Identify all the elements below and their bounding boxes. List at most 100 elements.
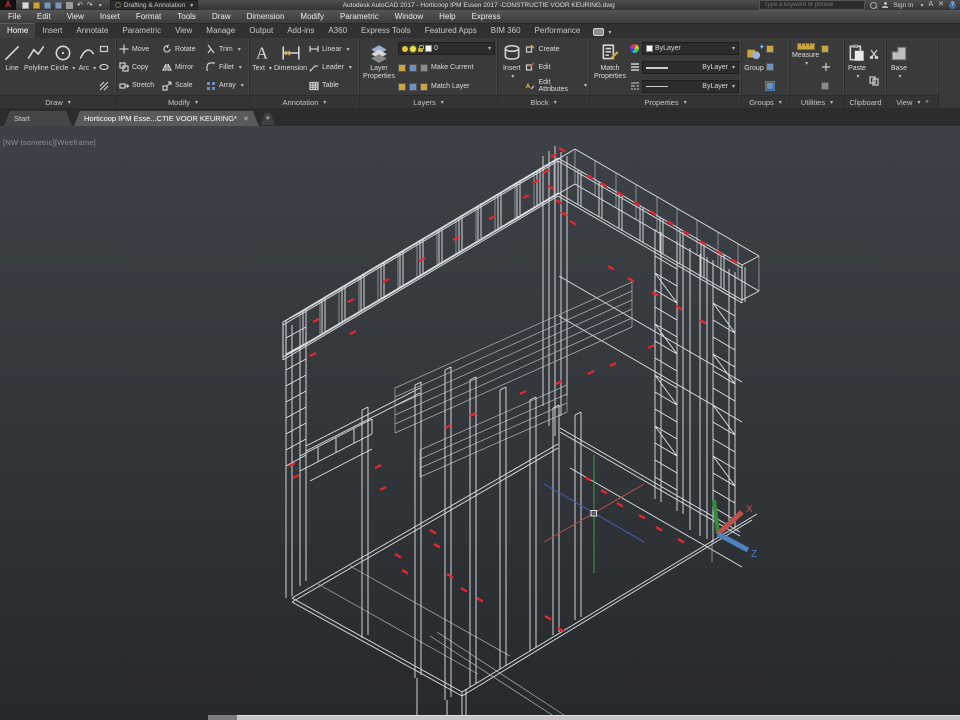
layer-dropdown[interactable]: 0 ▾ — [398, 42, 495, 55]
base-button[interactable]: Base▾ — [889, 40, 909, 95]
search-input[interactable] — [762, 1, 862, 10]
menu-view[interactable]: View — [59, 10, 92, 24]
copy-clip-icon[interactable] — [869, 76, 879, 86]
menu-dimension[interactable]: Dimension — [239, 10, 293, 24]
redo-icon[interactable]: ↷ — [87, 2, 93, 9]
tab-start[interactable]: Start — [4, 111, 72, 126]
make-current-button[interactable]: Make Current — [398, 61, 495, 74]
tab-addins[interactable]: Add-ins — [280, 24, 321, 38]
a360-icon[interactable]: A — [928, 1, 933, 9]
tab-home[interactable]: Home — [0, 23, 35, 38]
hatch-icon[interactable] — [99, 81, 109, 91]
menu-format[interactable]: Format — [128, 10, 169, 24]
sign-in-link[interactable]: Sign In — [893, 2, 913, 9]
table-button[interactable]: Table — [309, 79, 352, 92]
panel-label-view[interactable]: View▾» — [887, 95, 938, 108]
menu-edit[interactable]: Edit — [29, 10, 59, 24]
scale-button[interactable]: Scale — [162, 79, 204, 92]
menu-file[interactable]: File — [0, 10, 29, 24]
autocad-logo-icon[interactable]: A — [0, 0, 16, 10]
line-button[interactable]: Line — [2, 40, 22, 95]
tab-parametric[interactable]: Parametric — [115, 24, 168, 38]
fillet-button[interactable]: Fillet ▾ — [206, 61, 247, 74]
tab-a360[interactable]: A360 — [321, 24, 354, 38]
panel-label-groups[interactable]: Groups▾ — [742, 95, 789, 108]
panel-label-clipboard[interactable]: Clipboard — [845, 95, 886, 108]
panel-label-modify[interactable]: Modify▾ — [117, 95, 249, 108]
panel-label-draw[interactable]: Draw▾ — [0, 95, 116, 108]
scrollbar-track[interactable] — [237, 715, 960, 720]
color-wheel-icon[interactable] — [630, 44, 639, 53]
tab-express-tools[interactable]: Express Tools — [354, 24, 418, 38]
new-file-icon[interactable] — [22, 2, 29, 9]
tab-performance[interactable]: Performance — [528, 24, 588, 38]
plot-icon[interactable] — [66, 2, 73, 9]
match-layer-button[interactable]: Match Layer — [398, 80, 495, 93]
linetype-dropdown[interactable]: ByLayer ▾ — [642, 80, 739, 93]
cut-icon[interactable] — [869, 49, 879, 59]
panel-label-layers[interactable]: Layers▾ — [360, 95, 497, 108]
save-icon[interactable] — [44, 2, 51, 9]
ellipse-icon[interactable] — [99, 62, 109, 72]
menu-insert[interactable]: Insert — [92, 10, 128, 24]
group-selection-icon[interactable] — [766, 82, 774, 90]
linetype-list-icon[interactable] — [630, 81, 640, 91]
edit-block-button[interactable]: Edit — [525, 61, 587, 74]
menu-modify[interactable]: Modify — [292, 10, 332, 24]
tab-view[interactable]: View — [168, 24, 199, 38]
menu-tools[interactable]: Tools — [169, 10, 204, 24]
circle-button[interactable]: Circle ▾ — [51, 40, 76, 95]
group-button[interactable]: ✦ Group — [744, 40, 764, 95]
menu-parametric[interactable]: Parametric — [332, 10, 387, 24]
insert-button[interactable]: Insert ▾ — [500, 40, 523, 95]
save-as-icon[interactable] — [55, 2, 62, 9]
horizontal-scrollbar[interactable] — [0, 715, 960, 720]
open-file-icon[interactable] — [33, 2, 40, 9]
model-space-canvas[interactable]: [NW Isometric][Wireframe] — [0, 126, 960, 720]
stretch-button[interactable]: Stretch — [119, 79, 160, 92]
scrollbar-button[interactable] — [208, 715, 237, 720]
panel-label-annotation[interactable]: Annotation▾ — [250, 95, 359, 108]
new-drawing-button[interactable]: + — [261, 113, 275, 125]
tab-manage[interactable]: Manage — [199, 24, 242, 38]
workspace-switcher[interactable]: Drafting & Annotation ▾ — [110, 0, 198, 10]
polyline-button[interactable]: Polyline — [24, 40, 49, 95]
lineweight-dropdown[interactable]: ByLayer ▾ — [642, 61, 739, 74]
undo-icon[interactable]: ↶ — [77, 2, 83, 9]
linear-button[interactable]: Linear ▾ — [309, 43, 352, 56]
group-edit-icon[interactable] — [766, 63, 774, 71]
menu-window[interactable]: Window — [387, 10, 431, 24]
dimension-button[interactable]: Dimension — [274, 40, 307, 95]
menu-help[interactable]: Help — [431, 10, 463, 24]
ungroup-icon[interactable] — [766, 45, 774, 53]
tab-active-drawing[interactable]: Horticoop IPM Esse...CTIE VOOR KEURING* … — [74, 111, 259, 126]
tab-insert[interactable]: Insert — [35, 24, 69, 38]
mirror-button[interactable]: Mirror — [162, 61, 204, 74]
match-properties-button[interactable]: Match Properties — [592, 40, 628, 95]
arc-button[interactable]: Arc ▾ — [77, 40, 97, 95]
panel-label-block[interactable]: Block▾ — [498, 95, 589, 108]
tab-output[interactable]: Output — [242, 24, 280, 38]
exchange-apps-icon[interactable]: ✕ — [938, 1, 944, 9]
quick-calc-icon[interactable] — [821, 82, 829, 90]
create-block-button[interactable]: Create — [525, 43, 587, 56]
menu-draw[interactable]: Draw — [204, 10, 239, 24]
measure-button[interactable]: Measure▾ — [792, 40, 819, 95]
tab-bim360[interactable]: BIM 360 — [484, 24, 528, 38]
paste-button[interactable]: Paste▾ — [847, 40, 867, 95]
tab-annotate[interactable]: Annotate — [69, 24, 115, 38]
rotate-button[interactable]: Rotate — [162, 43, 204, 56]
quick-select-icon[interactable] — [821, 45, 829, 53]
copy-button[interactable]: Copy — [119, 61, 160, 74]
text-button[interactable]: A Text ▾ — [252, 40, 272, 95]
rectangle-icon[interactable] — [99, 44, 109, 54]
edit-attributes-button[interactable]: Edit Attributes ▾ — [525, 79, 587, 92]
qat-customize-icon[interactable]: ▾ — [99, 2, 102, 9]
trim-button[interactable]: Trim ▾ — [206, 43, 247, 56]
sign-in-chevron-icon[interactable]: ▾ — [920, 2, 923, 9]
panel-label-utilities[interactable]: Utilities▾ — [790, 95, 844, 108]
search-icon[interactable] — [870, 2, 877, 9]
menu-express[interactable]: Express — [464, 10, 509, 24]
ribbon-minimize-button[interactable]: ▾ — [593, 28, 611, 38]
move-button[interactable]: Move — [119, 43, 160, 56]
